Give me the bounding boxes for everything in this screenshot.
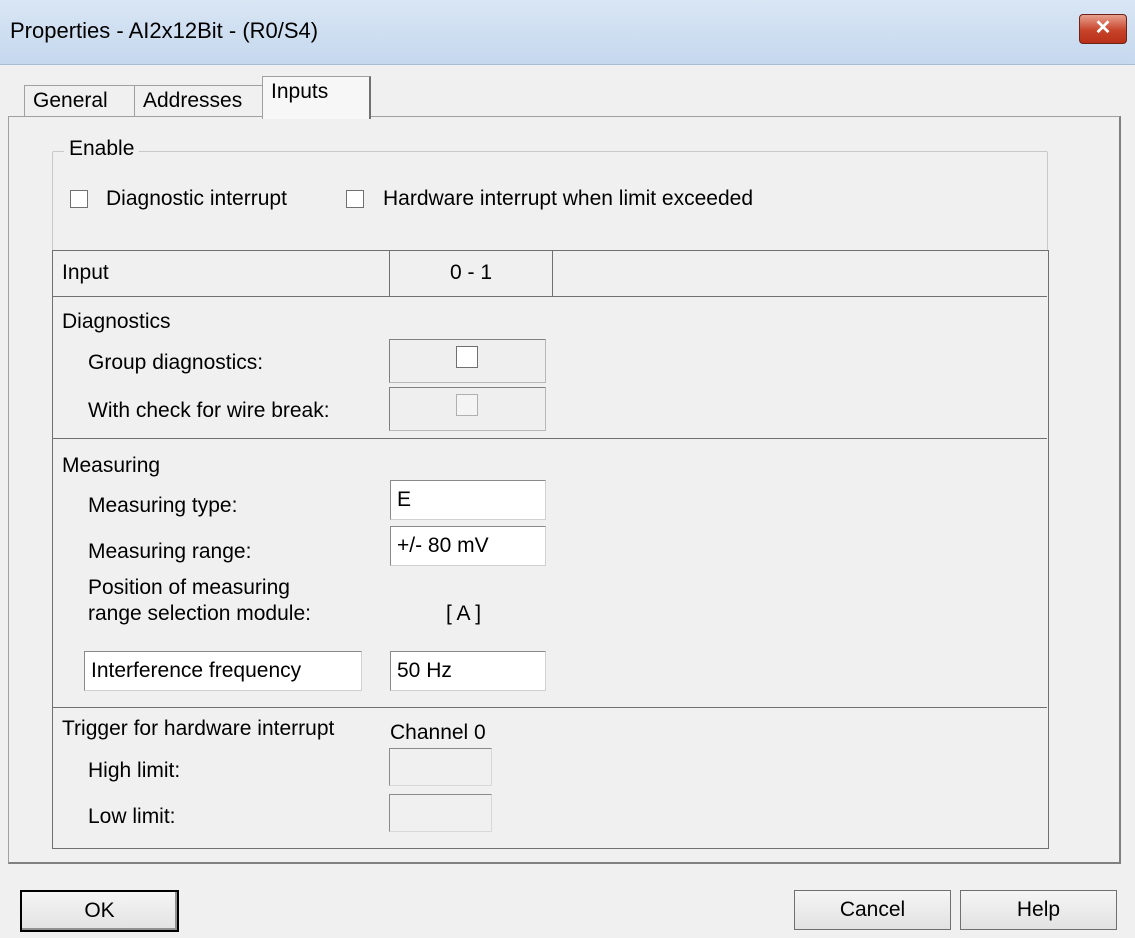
title-bar: Properties - AI2x12Bit - (R0/S4) ✕ bbox=[0, 0, 1135, 65]
measuring-range-value: +/- 80 mV bbox=[397, 534, 489, 557]
tab-addresses[interactable]: Addresses bbox=[134, 85, 266, 116]
input-header: Input bbox=[62, 261, 109, 284]
interference-frequency-field[interactable]: 50 Hz bbox=[390, 651, 546, 691]
position-label-line2: range selection module: bbox=[88, 602, 311, 625]
diagnostic-interrupt-checkbox[interactable] bbox=[70, 190, 88, 208]
help-button-label: Help bbox=[1016, 898, 1061, 921]
tab-inputs-label: Inputs bbox=[271, 80, 329, 103]
wire-break-checkbox[interactable] bbox=[456, 394, 478, 416]
group-diagnostics-label: Group diagnostics: bbox=[88, 351, 264, 374]
diagnostics-section-title: Diagnostics bbox=[62, 310, 171, 333]
tab-addresses-label: Addresses bbox=[143, 89, 243, 112]
interference-frequency-label: Interference frequency bbox=[91, 659, 302, 682]
hardware-interrupt-label: Hardware interrupt when limit exceeded bbox=[383, 187, 754, 210]
measuring-type-value: E bbox=[397, 488, 412, 511]
cancel-button[interactable]: Cancel bbox=[794, 890, 951, 930]
table-divider bbox=[52, 707, 1047, 708]
window-title: Properties - AI2x12Bit - (R0/S4) bbox=[10, 18, 319, 43]
measuring-type-label: Measuring type: bbox=[88, 494, 238, 517]
tab-inputs[interactable]: Inputs bbox=[262, 76, 371, 119]
table-divider bbox=[552, 250, 553, 296]
measuring-type-field[interactable]: E bbox=[390, 480, 546, 520]
interference-frequency-value: 50 Hz bbox=[397, 659, 452, 682]
tab-general-label: General bbox=[33, 89, 108, 112]
hardware-interrupt-checkbox[interactable] bbox=[346, 190, 364, 208]
table-divider bbox=[52, 296, 1047, 297]
tab-general[interactable]: General bbox=[24, 85, 144, 116]
cancel-button-label: Cancel bbox=[839, 898, 906, 921]
wire-break-label: With check for wire break: bbox=[88, 399, 330, 422]
help-button[interactable]: Help bbox=[960, 890, 1117, 930]
enable-legend: Enable bbox=[64, 137, 140, 161]
close-button[interactable]: ✕ bbox=[1079, 14, 1127, 44]
ok-button-label: OK bbox=[84, 899, 115, 922]
measuring-section-title: Measuring bbox=[62, 454, 161, 477]
low-limit-label: Low limit: bbox=[88, 805, 176, 828]
table-divider bbox=[52, 438, 1047, 439]
measuring-range-label: Measuring range: bbox=[88, 540, 252, 563]
measuring-range-field[interactable]: +/- 80 mV bbox=[390, 526, 546, 566]
diagnostic-interrupt-label: Diagnostic interrupt bbox=[106, 187, 287, 210]
channel-group-header: 0 - 1 bbox=[449, 261, 493, 284]
low-limit-field[interactable] bbox=[389, 794, 492, 832]
trigger-section-title: Trigger for hardware interrupt bbox=[62, 717, 335, 740]
trigger-channel-label: Channel 0 bbox=[390, 721, 486, 744]
interference-frequency-label-field: Interference frequency bbox=[84, 651, 362, 691]
position-label-line1: Position of measuring bbox=[88, 576, 290, 599]
ok-button[interactable]: OK bbox=[20, 890, 179, 932]
close-icon: ✕ bbox=[1094, 17, 1112, 39]
high-limit-field[interactable] bbox=[389, 748, 492, 786]
group-diagnostics-checkbox[interactable] bbox=[456, 346, 478, 368]
position-value: [ A ] bbox=[446, 602, 482, 625]
high-limit-label: High limit: bbox=[88, 759, 181, 782]
